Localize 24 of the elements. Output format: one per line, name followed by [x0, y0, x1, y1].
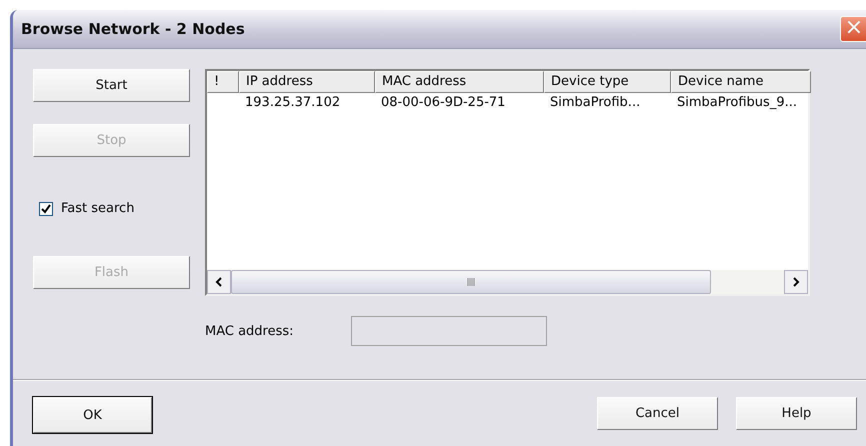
checkbox-label: Fast search	[61, 201, 134, 216]
column-header[interactable]: MAC address	[375, 71, 544, 93]
table-cell-text: SimbaProfib...	[549, 94, 642, 112]
table-cell-text: 08-00-06-9D-25-71	[380, 94, 506, 112]
column-header[interactable]: Device type	[544, 71, 671, 93]
scroll-right-button[interactable]	[784, 270, 808, 294]
checkbox[interactable]	[39, 202, 53, 216]
table-cell-text: SimbaProfibus_9...	[676, 94, 798, 112]
checkmark-icon	[41, 204, 51, 214]
left-chevron-icon	[215, 277, 223, 287]
start-button[interactable]: Start	[33, 69, 190, 102]
right-chevron-icon	[792, 277, 800, 287]
grip-icon	[466, 278, 476, 286]
column-header[interactable]: Device name	[671, 71, 811, 93]
mac-address-label: MAC address:	[205, 324, 294, 338]
ok-button[interactable]: OK	[33, 397, 152, 433]
help-button[interactable]: Help	[736, 397, 857, 430]
cancel-button[interactable]: Cancel	[597, 397, 718, 430]
column-header[interactable]: !	[207, 71, 239, 93]
table-cell-text: 193.25.37.102	[244, 94, 342, 112]
scroll-left-button[interactable]	[207, 270, 231, 294]
window-title: Browse Network - 2 Nodes	[21, 20, 245, 38]
scroll-thumb[interactable]	[231, 270, 711, 294]
column-header[interactable]: IP address	[239, 71, 375, 93]
